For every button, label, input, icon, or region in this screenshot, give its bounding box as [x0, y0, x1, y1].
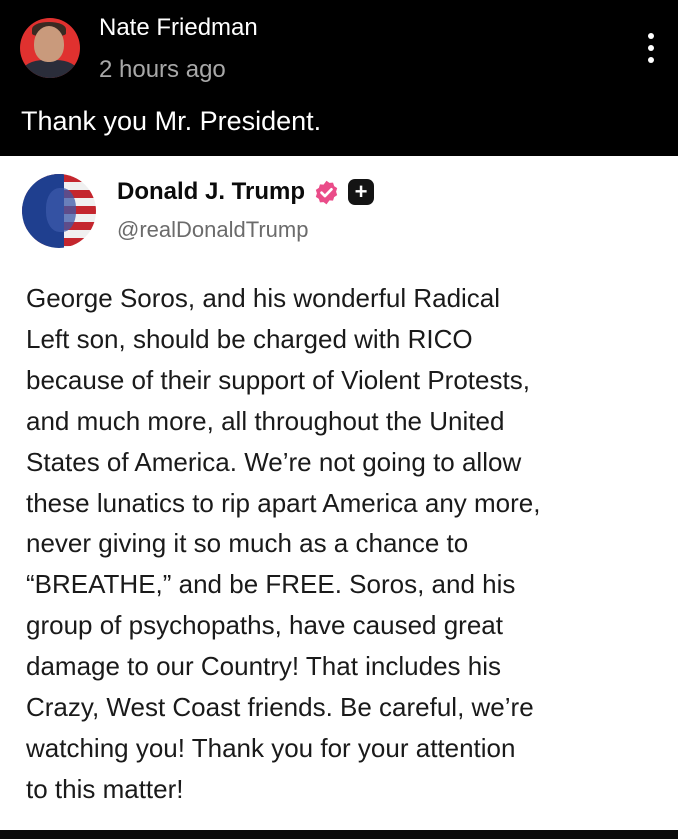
body-line: to this matter!: [26, 773, 184, 804]
body-line: these lunatics to rip apart America any …: [26, 487, 541, 518]
body-line: States of America. We’re not going to al…: [26, 446, 522, 477]
body-line: and much more, all throughout the United: [26, 405, 505, 436]
post-timestamp: 2 hours ago: [99, 56, 226, 83]
post-text: Thank you Mr. President.: [21, 106, 322, 136]
body-line: because of their support of Violent Prot…: [26, 364, 530, 395]
more-options-button[interactable]: [636, 28, 666, 68]
body-line: damage to our Country! That includes his: [26, 651, 502, 682]
body-line: group of psychopaths, have caused great: [26, 610, 503, 641]
body-line: Crazy, West Coast friends. Be careful, w…: [26, 692, 534, 723]
body-line: watching you! Thank you for your attenti…: [26, 732, 516, 763]
quoted-author-handle[interactable]: @realDonaldTrump: [117, 217, 308, 243]
quoted-author-name[interactable]: Donald J. Trump: [117, 178, 305, 206]
author-name[interactable]: Nate Friedman: [99, 14, 258, 42]
top-post: Nate Friedman 2 hours ago Thank you Mr. …: [0, 0, 678, 156]
quoted-avatar[interactable]: [22, 174, 96, 248]
quoted-author-row: Donald J. Trump +: [117, 178, 375, 206]
avatar-shirt: [22, 60, 78, 78]
body-line: never giving it so much as a chance to: [26, 528, 469, 559]
quoted-post-card[interactable]: Donald J. Trump + @realDonaldTrump Georg…: [0, 156, 678, 830]
plus-icon[interactable]: +: [348, 179, 375, 205]
avatar-face: [34, 26, 64, 62]
body-line: “BREATHE,” and be FREE. Soros, and his: [26, 569, 516, 600]
quoted-post-body: George Soros, and his wonderful Radical …: [26, 278, 666, 810]
more-vertical-icon: [648, 45, 654, 51]
verified-badge-icon: [315, 180, 338, 204]
body-line: Left son, should be charged with RICO: [26, 323, 473, 354]
avatar-face: [46, 188, 76, 232]
more-vertical-icon: [648, 57, 654, 63]
more-vertical-icon: [648, 33, 654, 39]
avatar[interactable]: [20, 18, 80, 78]
body-line: George Soros, and his wonderful Radical: [26, 283, 501, 313]
bottom-divider: [0, 830, 678, 839]
